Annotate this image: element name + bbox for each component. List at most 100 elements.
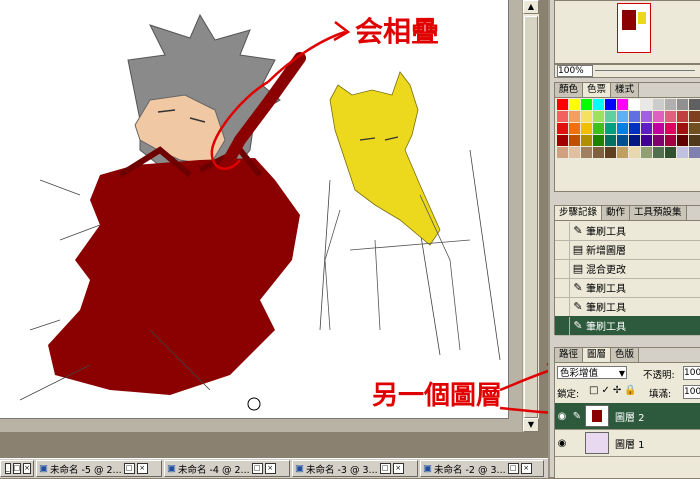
swatch[interactable] bbox=[677, 111, 688, 122]
tab-paths[interactable]: 路徑 bbox=[555, 348, 584, 362]
history-item[interactable]: ✎ 筆刷工具 bbox=[555, 297, 700, 317]
history-snapshot-checkbox[interactable] bbox=[555, 240, 570, 259]
swatch[interactable] bbox=[581, 111, 592, 122]
zoom-slider[interactable] bbox=[595, 70, 695, 71]
swatch[interactable] bbox=[629, 111, 640, 122]
zoom-field[interactable]: 100% bbox=[557, 65, 593, 77]
swatch[interactable] bbox=[677, 123, 688, 134]
swatch[interactable] bbox=[689, 135, 700, 146]
taskbar-doc-5[interactable]: ▣ 未命名 -5 @ 2... □ × bbox=[36, 460, 162, 477]
tab-history[interactable]: 步驟記錄 bbox=[555, 206, 603, 220]
swatch[interactable] bbox=[617, 111, 628, 122]
swatch[interactable] bbox=[629, 123, 640, 134]
layer-row-1[interactable]: ◉ 圖層 1 bbox=[555, 430, 700, 457]
swatch[interactable] bbox=[665, 123, 676, 134]
tab-color[interactable]: 顏色 bbox=[555, 83, 584, 97]
swatch[interactable] bbox=[569, 99, 580, 110]
blend-mode-select[interactable]: 色彩增值 ▼ bbox=[557, 366, 627, 379]
navigator-thumbnail[interactable] bbox=[617, 3, 651, 53]
swatch[interactable] bbox=[581, 135, 592, 146]
swatch[interactable] bbox=[593, 147, 604, 158]
swatch[interactable] bbox=[665, 135, 676, 146]
swatch[interactable] bbox=[617, 147, 628, 158]
swatch[interactable] bbox=[677, 135, 688, 146]
swatch[interactable] bbox=[617, 123, 628, 134]
swatch[interactable] bbox=[593, 111, 604, 122]
swatch[interactable] bbox=[557, 135, 568, 146]
swatch[interactable] bbox=[569, 135, 580, 146]
swatch[interactable] bbox=[653, 111, 664, 122]
swatch[interactable] bbox=[593, 123, 604, 134]
history-snapshot-checkbox[interactable] bbox=[555, 259, 570, 278]
swatch[interactable] bbox=[569, 123, 580, 134]
opacity-input[interactable]: 100 bbox=[683, 366, 700, 380]
history-item[interactable]: ▤ 混合更改 bbox=[555, 259, 700, 279]
swatch[interactable] bbox=[569, 147, 580, 158]
swatch[interactable] bbox=[641, 111, 652, 122]
swatch[interactable] bbox=[581, 123, 592, 134]
history-item[interactable]: ✎ 筆刷工具 bbox=[555, 221, 700, 241]
swatch[interactable] bbox=[605, 123, 616, 134]
scroll-up-arrow[interactable]: ▲ bbox=[523, 0, 539, 14]
swatch[interactable] bbox=[593, 99, 604, 110]
tab-actions[interactable]: 動作 bbox=[602, 206, 631, 220]
scroll-thumb[interactable] bbox=[524, 16, 538, 418]
swatch[interactable] bbox=[641, 135, 652, 146]
swatch[interactable] bbox=[689, 111, 700, 122]
swatch[interactable] bbox=[653, 147, 664, 158]
taskbar-doc-2[interactable]: ▣ 未命名 -2 @ 3... □ × bbox=[420, 460, 544, 477]
swatch[interactable] bbox=[605, 111, 616, 122]
history-item[interactable]: ✎ 筆刷工具 bbox=[555, 278, 700, 298]
swatch[interactable] bbox=[605, 99, 616, 110]
eye-icon[interactable]: ◉ bbox=[555, 438, 569, 449]
swatch[interactable] bbox=[665, 111, 676, 122]
swatch[interactable] bbox=[689, 99, 700, 110]
tab-tool-presets[interactable]: 工具預設集 bbox=[630, 206, 687, 220]
tab-styles[interactable]: 樣式 bbox=[611, 83, 640, 97]
swatch[interactable] bbox=[641, 123, 652, 134]
swatch[interactable] bbox=[617, 135, 628, 146]
document-window[interactable]: 会相疊 bbox=[0, 0, 522, 432]
tab-layers[interactable]: 圖層 bbox=[583, 348, 612, 362]
swatch[interactable] bbox=[629, 99, 640, 110]
history-item[interactable]: ✎ 筆刷工具 bbox=[555, 316, 700, 336]
history-snapshot-checkbox[interactable] bbox=[555, 221, 570, 240]
swatch[interactable] bbox=[677, 99, 688, 110]
swatch[interactable] bbox=[617, 99, 628, 110]
layer-row-2[interactable]: ◉ ✎ 圖層 2 bbox=[555, 403, 700, 430]
swatch[interactable] bbox=[653, 123, 664, 134]
taskbar-doc-4[interactable]: ▣ 未命名 -4 @ 2... □ × bbox=[164, 460, 290, 477]
swatch[interactable] bbox=[581, 99, 592, 110]
history-snapshot-checkbox[interactable] bbox=[555, 278, 570, 297]
swatch[interactable] bbox=[665, 99, 676, 110]
fill-input[interactable]: 100 bbox=[683, 385, 700, 399]
swatch[interactable] bbox=[593, 135, 604, 146]
lock-icons[interactable]: □✓✢🔒 bbox=[589, 385, 640, 396]
history-item[interactable]: ▤ 新增圖層 bbox=[555, 240, 700, 260]
swatch[interactable] bbox=[557, 99, 568, 110]
taskbar-doc-3[interactable]: ▣ 未命名 -3 @ 3... □ × bbox=[292, 460, 418, 477]
swatch[interactable] bbox=[605, 147, 616, 158]
swatch[interactable] bbox=[689, 147, 700, 158]
taskbar-restore-controls[interactable]: _ □ × bbox=[0, 460, 34, 477]
swatch[interactable] bbox=[689, 123, 700, 134]
eye-icon[interactable]: ◉ bbox=[555, 411, 569, 422]
swatch[interactable] bbox=[641, 147, 652, 158]
swatch[interactable] bbox=[653, 135, 664, 146]
swatch[interactable] bbox=[605, 135, 616, 146]
swatch-grid[interactable] bbox=[557, 99, 700, 158]
swatch[interactable] bbox=[629, 135, 640, 146]
tab-channels[interactable]: 色版 bbox=[611, 348, 640, 362]
scroll-down-arrow[interactable]: ▼ bbox=[523, 418, 539, 432]
swatch[interactable] bbox=[569, 111, 580, 122]
swatch[interactable] bbox=[581, 147, 592, 158]
history-snapshot-checkbox[interactable] bbox=[555, 316, 570, 335]
swatch[interactable] bbox=[629, 147, 640, 158]
drawing-canvas[interactable]: 会相疊 bbox=[0, 0, 509, 419]
swatch[interactable] bbox=[677, 147, 688, 158]
swatch[interactable] bbox=[653, 99, 664, 110]
swatch[interactable] bbox=[557, 147, 568, 158]
tab-swatches[interactable]: 色票 bbox=[583, 83, 612, 97]
swatch[interactable] bbox=[641, 99, 652, 110]
swatch[interactable] bbox=[557, 123, 568, 134]
